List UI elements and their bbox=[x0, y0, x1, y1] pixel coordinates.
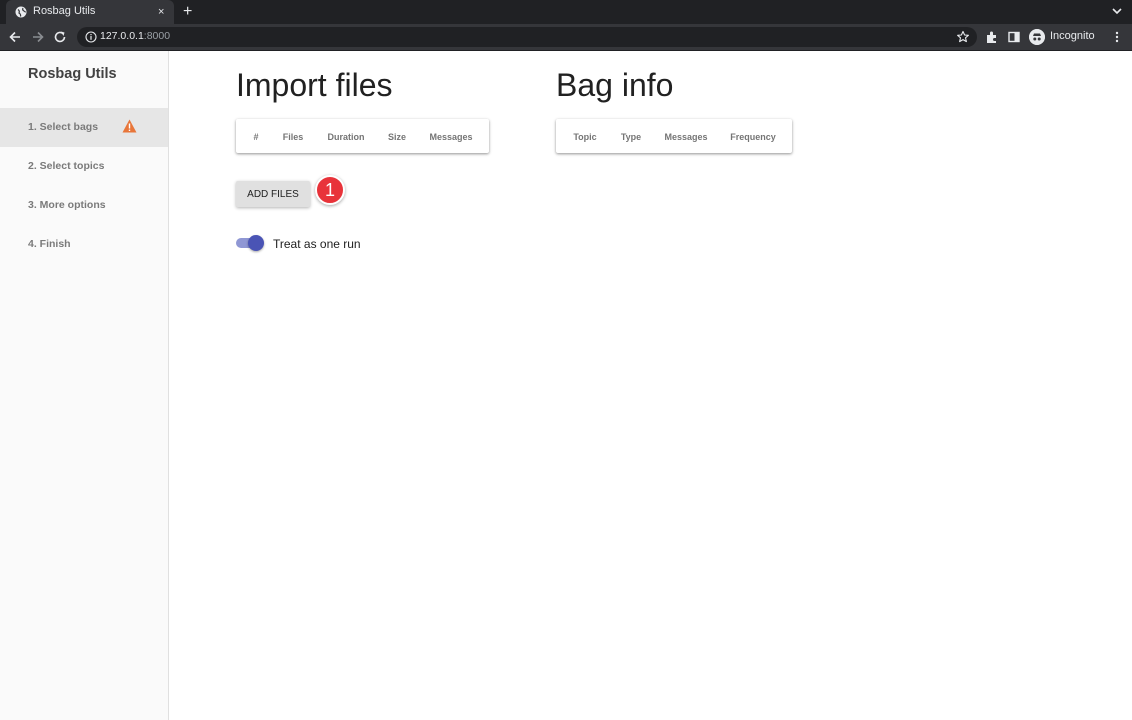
step-nav: 1. Select bags 2. Select topics 3. More … bbox=[0, 108, 168, 264]
browser-tab[interactable]: Rosbag Utils × bbox=[6, 0, 174, 24]
sidebar-item-select-topics[interactable]: 2. Select topics bbox=[0, 147, 168, 186]
column-header-type[interactable]: Type bbox=[621, 132, 641, 142]
close-icon[interactable]: × bbox=[158, 5, 164, 19]
browser-tabstrip: Rosbag Utils × + bbox=[0, 0, 1132, 24]
sidebar-item-select-bags[interactable]: 1. Select bags bbox=[0, 108, 168, 147]
column-header-messages[interactable]: Messages bbox=[664, 132, 707, 142]
sidebar-item-label: 2. Select topics bbox=[28, 160, 105, 172]
treat-as-one-run-label: Treat as one run bbox=[273, 237, 361, 251]
column-header-topic[interactable]: Topic bbox=[573, 132, 596, 142]
back-arrow-icon[interactable] bbox=[8, 30, 22, 44]
star-icon[interactable] bbox=[956, 30, 970, 44]
app-title: Rosbag Utils bbox=[28, 66, 117, 82]
sidebar-item-label: 1. Select bags bbox=[28, 121, 99, 133]
sidebar-item-label: 4. Finish bbox=[28, 238, 71, 250]
column-header-files[interactable]: Files bbox=[283, 132, 304, 142]
bag-info-table: Topic Type Messages Frequency bbox=[556, 119, 792, 153]
url-text: 127.0.0.1:8000 bbox=[100, 30, 171, 42]
column-header-frequency[interactable]: Frequency bbox=[730, 132, 776, 142]
address-bar[interactable]: 127.0.0.1:8000 bbox=[77, 27, 977, 47]
treat-as-one-run-toggle[interactable] bbox=[236, 235, 264, 251]
incognito-label: Incognito bbox=[1050, 30, 1095, 42]
sidebar: Rosbag Utils 1. Select bags 2. Select to… bbox=[0, 51, 169, 720]
browser-toolbar: 127.0.0.1:8000 Incognito bbox=[0, 24, 1132, 51]
column-header-size[interactable]: Size bbox=[388, 132, 406, 142]
column-header-duration[interactable]: Duration bbox=[328, 132, 365, 142]
sidebar-item-label: 3. More options bbox=[28, 199, 106, 211]
tab-title: Rosbag Utils bbox=[33, 5, 96, 17]
column-header-messages[interactable]: Messages bbox=[429, 132, 472, 142]
extensions-icon[interactable] bbox=[985, 30, 999, 44]
import-files-table: # Files Duration Size Messages bbox=[236, 119, 489, 153]
info-icon[interactable] bbox=[85, 31, 97, 43]
toggle-thumb bbox=[248, 235, 264, 251]
add-files-button[interactable]: ADD FILES bbox=[236, 181, 310, 207]
bag-info-heading: Bag info bbox=[556, 67, 674, 103]
reload-icon[interactable] bbox=[53, 30, 67, 44]
warning-icon bbox=[122, 119, 137, 133]
sidebar-item-more-options[interactable]: 3. More options bbox=[0, 186, 168, 225]
import-files-heading: Import files bbox=[236, 67, 393, 103]
chevron-down-icon[interactable] bbox=[1110, 4, 1124, 18]
notification-badge: 1 bbox=[315, 175, 345, 205]
globe-icon bbox=[15, 6, 27, 18]
new-tab-button[interactable]: + bbox=[183, 3, 192, 21]
main-content: Import files # Files Duration Size Messa… bbox=[170, 51, 1132, 720]
side-panel-icon[interactable] bbox=[1007, 30, 1021, 44]
sidebar-item-finish[interactable]: 4. Finish bbox=[0, 225, 168, 264]
forward-arrow-icon[interactable] bbox=[31, 30, 45, 44]
column-header-index[interactable]: # bbox=[253, 132, 258, 142]
incognito-icon bbox=[1029, 29, 1045, 45]
more-vert-icon[interactable] bbox=[1112, 30, 1122, 44]
